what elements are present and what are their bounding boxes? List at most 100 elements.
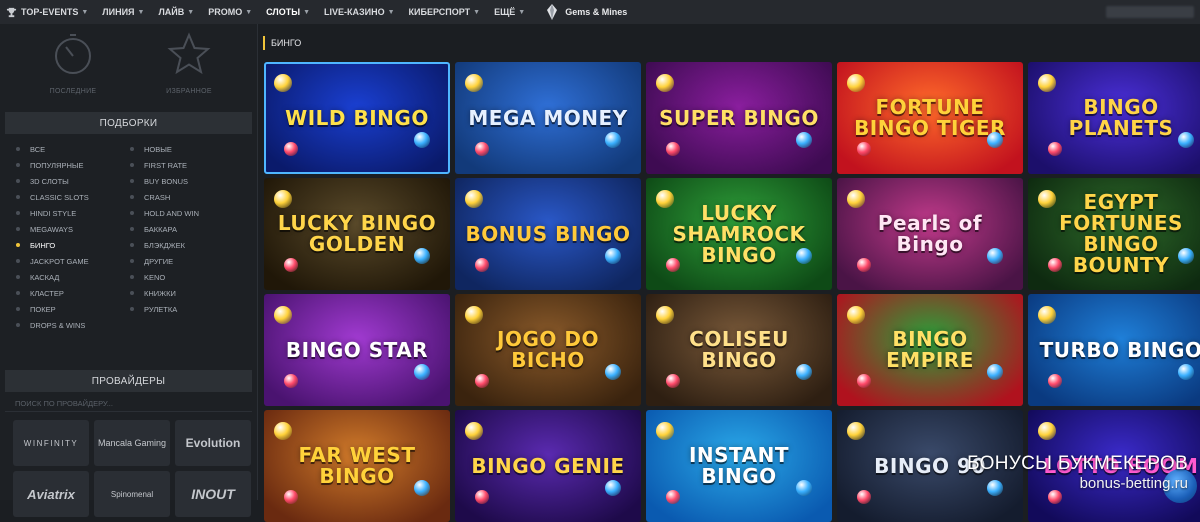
collection-item[interactable]: KENO	[130, 269, 244, 285]
nav-item-slots[interactable]: СЛОТЫ ▼	[259, 0, 317, 24]
provider-mancala[interactable]: Mancala Gaming	[94, 420, 170, 466]
game-tile[interactable]: INSTANT BINGO	[646, 410, 832, 522]
bingo-ball-icon	[666, 374, 680, 388]
collection-item[interactable]: 3D СЛОТЫ	[16, 173, 130, 189]
collection-label: HOLD AND WIN	[144, 208, 200, 218]
collection-label: CRASH	[144, 192, 171, 202]
account-info-blurred[interactable]	[1106, 6, 1194, 18]
collections-column-left: ВСЕ ПОПУЛЯРНЫЕ 3D СЛОТЫ CLASSIC SLOTS HINDI …	[16, 141, 130, 370]
nav-item-line[interactable]: ЛИНИЯ ▼	[95, 0, 151, 24]
collection-item[interactable]: БЛЭКДЖЕК	[130, 237, 244, 253]
game-tile[interactable]: BINGO PLANETS	[1028, 62, 1200, 174]
game-title: BINGO PLANETS	[1068, 95, 1174, 140]
nav-item-more[interactable]: ЕЩЁ ▼	[487, 0, 532, 24]
nav-item-live-casino[interactable]: LIVE-КАЗИНО ▼	[317, 0, 402, 24]
bingo-ball-icon	[656, 422, 674, 440]
bullet-icon	[130, 307, 134, 311]
collection-item[interactable]: ВСЕ	[16, 141, 130, 157]
game-tile[interactable]: BINGO STAR	[264, 294, 450, 406]
game-tile[interactable]: COLISEU BINGO	[646, 294, 832, 406]
collection-item[interactable]: BUY BONUS	[130, 173, 244, 189]
chevron-down-icon: ▼	[187, 8, 195, 16]
provider-inout[interactable]: INOUT	[175, 471, 251, 517]
game-tile[interactable]: MEGA MONEY	[455, 62, 641, 174]
collection-item[interactable]: КЛАСТЕР	[16, 285, 130, 301]
provider-winfinity[interactable]: WINFINITY	[13, 420, 89, 466]
bingo-ball-icon	[857, 374, 871, 388]
collection-item[interactable]: КАСКАД	[16, 269, 130, 285]
favorites-button[interactable]: ИЗБРАННОЕ	[126, 24, 252, 112]
bullet-icon	[16, 259, 20, 263]
game-tile[interactable]: EGYPT FORTUNES BINGO BOUNTY	[1028, 178, 1200, 290]
nav-item-top-events[interactable]: TOP-EVENTS ▼	[0, 0, 95, 24]
nav-item-gems-mines[interactable]: Gems & Mines	[546, 4, 627, 20]
collection-item[interactable]: ДРУГИЕ	[130, 253, 244, 269]
collection-item[interactable]: CRASH	[130, 189, 244, 205]
game-tile[interactable]: WILD BINGO	[264, 62, 450, 174]
bingo-ball-icon	[857, 142, 871, 156]
game-tile[interactable]: Pearls of Bingo	[837, 178, 1023, 290]
game-tile[interactable]: FAR WEST BINGO	[264, 410, 450, 522]
trophy-icon	[6, 7, 17, 17]
bingo-ball-icon	[274, 306, 292, 324]
bullet-icon	[16, 163, 20, 167]
nav-item-promo[interactable]: PROMO ▼	[201, 0, 259, 24]
game-tile[interactable]: SUPER BINGO	[646, 62, 832, 174]
game-tile[interactable]: JOGO DO BICHO	[455, 294, 641, 406]
game-tile[interactable]: BINGO GENIE	[455, 410, 641, 522]
game-tile[interactable]: LUCKY BINGO GOLDEN	[264, 178, 450, 290]
chevron-down-icon: ▼	[245, 8, 253, 16]
bingo-ball-icon	[1038, 422, 1056, 440]
collections-column-right: НОВЫЕ FIRST RATE BUY BONUS CRASH HOLD AND WI…	[130, 141, 244, 370]
bingo-ball-icon	[284, 258, 298, 272]
collection-item[interactable]: НОВЫЕ	[130, 141, 244, 157]
game-tile[interactable]: FORTUNE BINGO TIGER	[837, 62, 1023, 174]
provider-evolution[interactable]: Evolution	[175, 420, 251, 466]
collection-item[interactable]: FIRST RATE	[130, 157, 244, 173]
collection-label: БИНГО	[30, 240, 56, 250]
game-tile[interactable]: BONUS BINGO	[455, 178, 641, 290]
bullet-icon	[130, 227, 134, 231]
bingo-ball-icon	[284, 490, 298, 504]
bingo-ball-icon	[605, 132, 621, 148]
bingo-ball-icon	[666, 490, 680, 504]
recent-games-button[interactable]: ПОСЛЕДНИЕ	[0, 24, 126, 112]
game-tile[interactable]: TURBO BINGO	[1028, 294, 1200, 406]
nav-item-live[interactable]: ЛАЙВ ▼	[151, 0, 201, 24]
collection-item[interactable]: ПОКЕР	[16, 301, 130, 317]
collection-label: JACKPOT GAME	[30, 256, 89, 266]
collection-item[interactable]: ПОПУЛЯРНЫЕ	[16, 157, 130, 173]
provider-search-input[interactable]: ПОИСК ПО ПРОВАЙДЕРУ...	[5, 396, 252, 412]
bullet-icon	[130, 275, 134, 279]
collection-item[interactable]: КНИЖКИ	[130, 285, 244, 301]
collection-label: БЛЭКДЖЕК	[144, 240, 185, 250]
nav-item-esports[interactable]: КИБЕРСПОРТ ▼	[402, 0, 488, 24]
bingo-ball-icon	[796, 132, 812, 148]
bingo-ball-icon	[414, 480, 430, 496]
provider-aviatrix[interactable]: Aviatrix	[13, 471, 89, 517]
bullet-icon	[130, 147, 134, 151]
collection-item[interactable]: БИНГО	[16, 237, 130, 253]
bingo-ball-icon	[1178, 248, 1194, 264]
bullet-icon	[130, 179, 134, 183]
game-tile[interactable]: LUCKY SHAMROCK BINGO	[646, 178, 832, 290]
collection-item[interactable]: РУЛЕТКА	[130, 301, 244, 317]
bingo-ball-icon	[796, 364, 812, 380]
collection-label: MEGAWAYS	[30, 224, 74, 234]
collection-item[interactable]: DROPS & WINS	[16, 317, 130, 333]
collection-item[interactable]: HOLD AND WIN	[130, 205, 244, 221]
chevron-down-icon: ▼	[137, 8, 145, 16]
collection-item[interactable]: БАККАРА	[130, 221, 244, 237]
collection-label: KENO	[144, 272, 166, 282]
gem-icon	[547, 4, 558, 20]
collection-item[interactable]: HINDI STYLE	[16, 205, 130, 221]
nav-label: ЛАЙВ	[158, 7, 185, 17]
game-tile[interactable]: BINGO EMPIRE	[837, 294, 1023, 406]
collection-item[interactable]: JACKPOT GAME	[16, 253, 130, 269]
collection-item[interactable]: MEGAWAYS	[16, 221, 130, 237]
bingo-ball-icon	[1048, 142, 1062, 156]
collection-item[interactable]: CLASSIC SLOTS	[16, 189, 130, 205]
provider-spinomenal[interactable]: Spinomenal	[94, 471, 170, 517]
recent-label: ПОСЛЕДНИЕ	[49, 88, 97, 95]
bingo-ball-icon	[666, 258, 680, 272]
